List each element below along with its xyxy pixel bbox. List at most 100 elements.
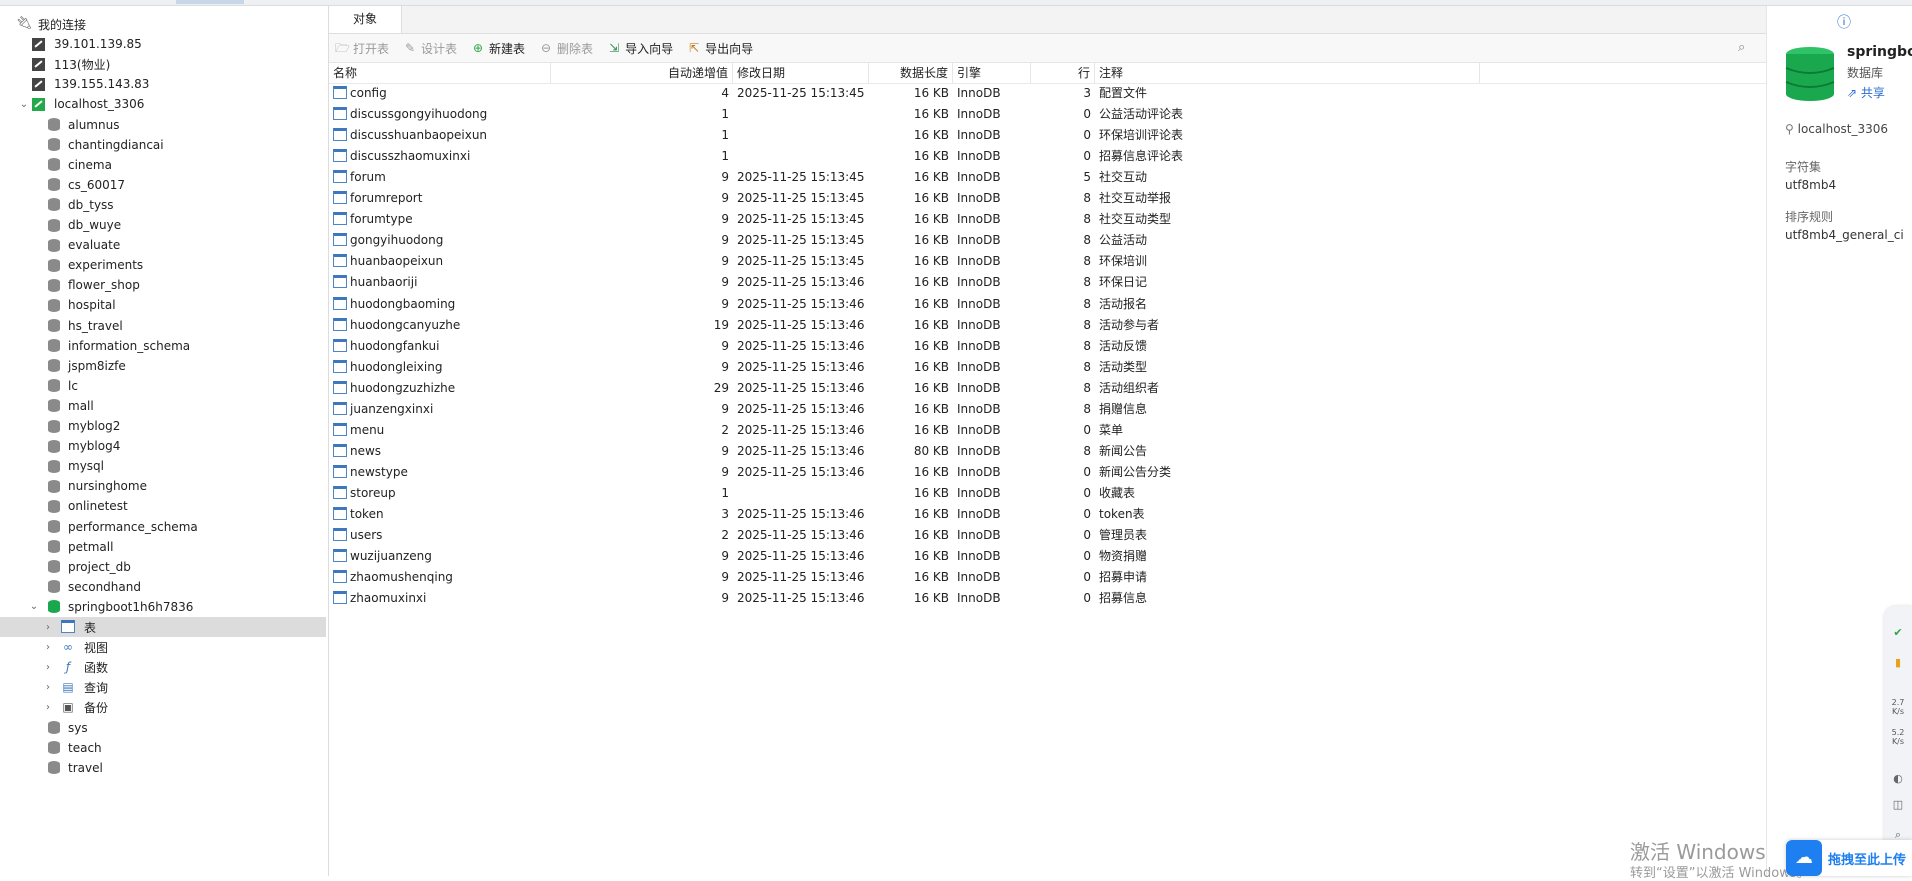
table-row[interactable]: menu 2 2025-11-25 15:13:46 16 KB InnoDB 0 菜单 (329, 420, 1766, 441)
tree-database[interactable]: teach (0, 738, 326, 758)
col-rows-header[interactable]: 行 (1031, 63, 1095, 83)
database-label: travel (68, 760, 103, 775)
tree-database[interactable]: sys (0, 718, 326, 738)
tree-database[interactable]: flower_shop (0, 275, 326, 295)
tree-database[interactable]: information_schema (0, 336, 326, 356)
table-row[interactable]: huodongbaoming 9 2025-11-25 15:13:46 16 KB I… (329, 294, 1766, 315)
export-wizard-button[interactable]: ⇱ 导出向导 (687, 40, 753, 57)
tree-database[interactable]: cinema (0, 155, 326, 175)
tree-database[interactable]: performance_schema (0, 517, 326, 537)
tree-database[interactable]: travel (0, 758, 326, 778)
table-row[interactable]: zhaomushenqing 9 2025-11-25 15:13:46 16 KB I… (329, 567, 1766, 588)
chevron-right-icon[interactable]: › (42, 662, 54, 673)
search-icon[interactable]: ⌕ (1738, 40, 1752, 55)
table-row[interactable]: discussgongyihuodong 1 16 KB InnoDB 0 公益活动评论表 (329, 104, 1766, 125)
connection-tree[interactable]: 🔌︎ 我的连接 39.101.139.85 113(物业) 139.155.143.83… (0, 6, 329, 876)
tree-database[interactable]: mysql (0, 456, 326, 476)
table-row[interactable]: forumtype 9 2025-11-25 15:13:45 16 KB InnoDB… (329, 209, 1766, 230)
table-row[interactable]: huodongleixing 9 2025-11-25 15:13:46 16 KB I… (329, 357, 1766, 378)
col-comment-header[interactable]: 注释 (1095, 63, 1480, 83)
database-label: hospital (68, 298, 116, 313)
table-row[interactable]: token 3 2025-11-25 15:13:46 16 KB InnoDB 0 tok… (329, 504, 1766, 525)
tree-database[interactable]: alumnus (0, 115, 326, 135)
info-icon[interactable]: ⓘ (1837, 12, 1853, 31)
open-table-button[interactable]: 🗁 打开表 (335, 40, 389, 57)
tree-root-my-connections[interactable]: 🔌︎ 我的连接 (0, 14, 326, 34)
tree-database[interactable]: experiments (0, 255, 326, 275)
active-window-tab[interactable] (176, 0, 244, 4)
import-wizard-button[interactable]: ⇲ 导入向导 (607, 40, 673, 57)
cell-engine: InnoDB (957, 464, 1001, 479)
tree-database[interactable]: cs_60017 (0, 175, 326, 195)
tree-connection[interactable]: 139.155.143.83 (0, 74, 326, 94)
tree-database[interactable]: project_db (0, 557, 326, 577)
view-icon: ∞ (63, 640, 73, 655)
table-row[interactable]: juanzengxinxi 9 2025-11-25 15:13:46 16 KB In… (329, 399, 1766, 420)
new-table-button[interactable]: ⊕ 新建表 (471, 40, 525, 57)
table-row[interactable]: wuzijuanzeng 9 2025-11-25 15:13:46 16 KB Inn… (329, 546, 1766, 567)
table-row[interactable]: news 9 2025-11-25 15:13:46 80 KB InnoDB 8 新闻公告 (329, 441, 1766, 462)
tree-database[interactable]: db_wuye (0, 215, 326, 235)
table-row[interactable]: config 4 2025-11-25 15:13:45 16 KB InnoDB 3 配置… (329, 83, 1766, 104)
table-row[interactable]: newstype 9 2025-11-25 15:13:46 16 KB InnoDB 0… (329, 462, 1766, 483)
cell-auto-inc: 9 (721, 233, 729, 248)
table-row[interactable]: huanbaoriji 9 2025-11-25 15:13:46 16 KB Inno… (329, 272, 1766, 293)
tree-database[interactable]: petmall (0, 537, 326, 557)
tree-group-query[interactable]: › ▤ 查询 (0, 677, 326, 697)
table-row[interactable]: storeup 1 16 KB InnoDB 0 收藏表 (329, 483, 1766, 504)
tree-database[interactable]: secondhand (0, 577, 326, 597)
tree-connection[interactable]: 39.101.139.85 (0, 34, 326, 54)
tree-group-view[interactable]: › ∞ 视图 (0, 637, 326, 657)
tree-database[interactable]: lc (0, 376, 326, 396)
cell-name: discussgongyihuodong (329, 104, 551, 125)
table-row[interactable]: forum 9 2025-11-25 15:13:45 16 KB InnoDB 5 社交互… (329, 167, 1766, 188)
chevron-right-icon[interactable]: › (42, 682, 54, 693)
tree-database[interactable]: chantingdiancai (0, 135, 326, 155)
tree-database[interactable]: myblog4 (0, 436, 326, 456)
table-row[interactable]: huodongfankui 9 2025-11-25 15:13:46 16 KB In… (329, 336, 1766, 357)
tree-database[interactable]: nursinghome (0, 476, 326, 496)
tree-database[interactable]: db_tyss (0, 195, 326, 215)
delete-table-button[interactable]: ⊖ 删除表 (539, 40, 593, 57)
design-table-button[interactable]: ✎ 设计表 (403, 40, 457, 57)
share-button[interactable]: ⇗ 共享 (1847, 84, 1885, 101)
table-header: 名称 自动递增值 修改日期 数据长度 引擎 行 注释 (329, 63, 1766, 84)
tree-database[interactable]: evaluate (0, 235, 326, 255)
chevron-right-icon[interactable]: › (42, 622, 54, 633)
chevron-down-icon[interactable]: ⌄ (28, 601, 40, 612)
tree-connection[interactable]: 113(物业) (0, 54, 326, 74)
tree-database[interactable]: hospital (0, 295, 326, 315)
col-name-header[interactable]: 名称 (329, 63, 551, 83)
table-row[interactable]: gongyihuodong 9 2025-11-25 15:13:45 16 KB In… (329, 230, 1766, 251)
col-modified-header[interactable]: 修改日期 (733, 63, 869, 83)
upload-drop-button[interactable]: ☁ 拖拽至此上传 (1786, 840, 1912, 876)
tree-database[interactable]: onlinetest (0, 496, 326, 516)
tree-group-function[interactable]: › ƒ 函数 (0, 657, 326, 677)
table-row[interactable]: huodongzuzhizhe 29 2025-11-25 15:13:46 16 K… (329, 378, 1766, 399)
tree-database[interactable]: jspm8izfe (0, 356, 326, 376)
tree-database-open[interactable]: ⌄ springboot1h6h7836 (0, 597, 326, 617)
tree-connection[interactable]: ⌄ localhost_3306 (0, 94, 326, 114)
chevron-right-icon[interactable]: › (42, 702, 54, 713)
cell-auto-inc: 9 (721, 464, 729, 479)
table-row[interactable]: forumreport 9 2025-11-25 15:13:45 16 KB Inno… (329, 188, 1766, 209)
tree-database[interactable]: hs_travel (0, 316, 326, 336)
table-row[interactable]: huanbaopeixun 9 2025-11-25 15:13:45 16 KB In… (329, 251, 1766, 272)
tree-database[interactable]: myblog2 (0, 416, 326, 436)
table-row[interactable]: huodongcanyuzhe 19 2025-11-25 15:13:46 16 K… (329, 315, 1766, 336)
table-row[interactable]: users 2 2025-11-25 15:13:46 16 KB InnoDB 0 管理员… (329, 525, 1766, 546)
tab-objects[interactable]: 对象 (329, 6, 402, 33)
chevron-down-icon[interactable]: ⌄ (16, 99, 32, 110)
chevron-right-icon[interactable]: › (42, 642, 54, 653)
table-row[interactable]: discusszhaomuxinxi 1 16 KB InnoDB 0 招募信息评论表 (329, 146, 1766, 167)
col-auto-inc-header[interactable]: 自动递增值 (551, 63, 733, 83)
table-row[interactable]: zhaomuxinxi 9 2025-11-25 15:13:46 16 KB Inno… (329, 588, 1766, 609)
tree-group-backup[interactable]: › ▣ 备份 (0, 697, 326, 717)
col-engine-header[interactable]: 引擎 (953, 63, 1031, 83)
col-data-length-header[interactable]: 数据长度 (869, 63, 953, 83)
tree-database[interactable]: mall (0, 396, 326, 416)
table-row[interactable]: discusshuanbaopeixun 1 16 KB InnoDB 0 环保培训评论表 (329, 125, 1766, 146)
floating-gadget[interactable]: ✔ ▮ 2.7 K/s 5.2 K/s ◐ ◫ ⌕ (1884, 606, 1912, 856)
tree-group-table[interactable]: › 表 (0, 617, 326, 637)
cell-data-len: 16 KB (913, 107, 949, 122)
